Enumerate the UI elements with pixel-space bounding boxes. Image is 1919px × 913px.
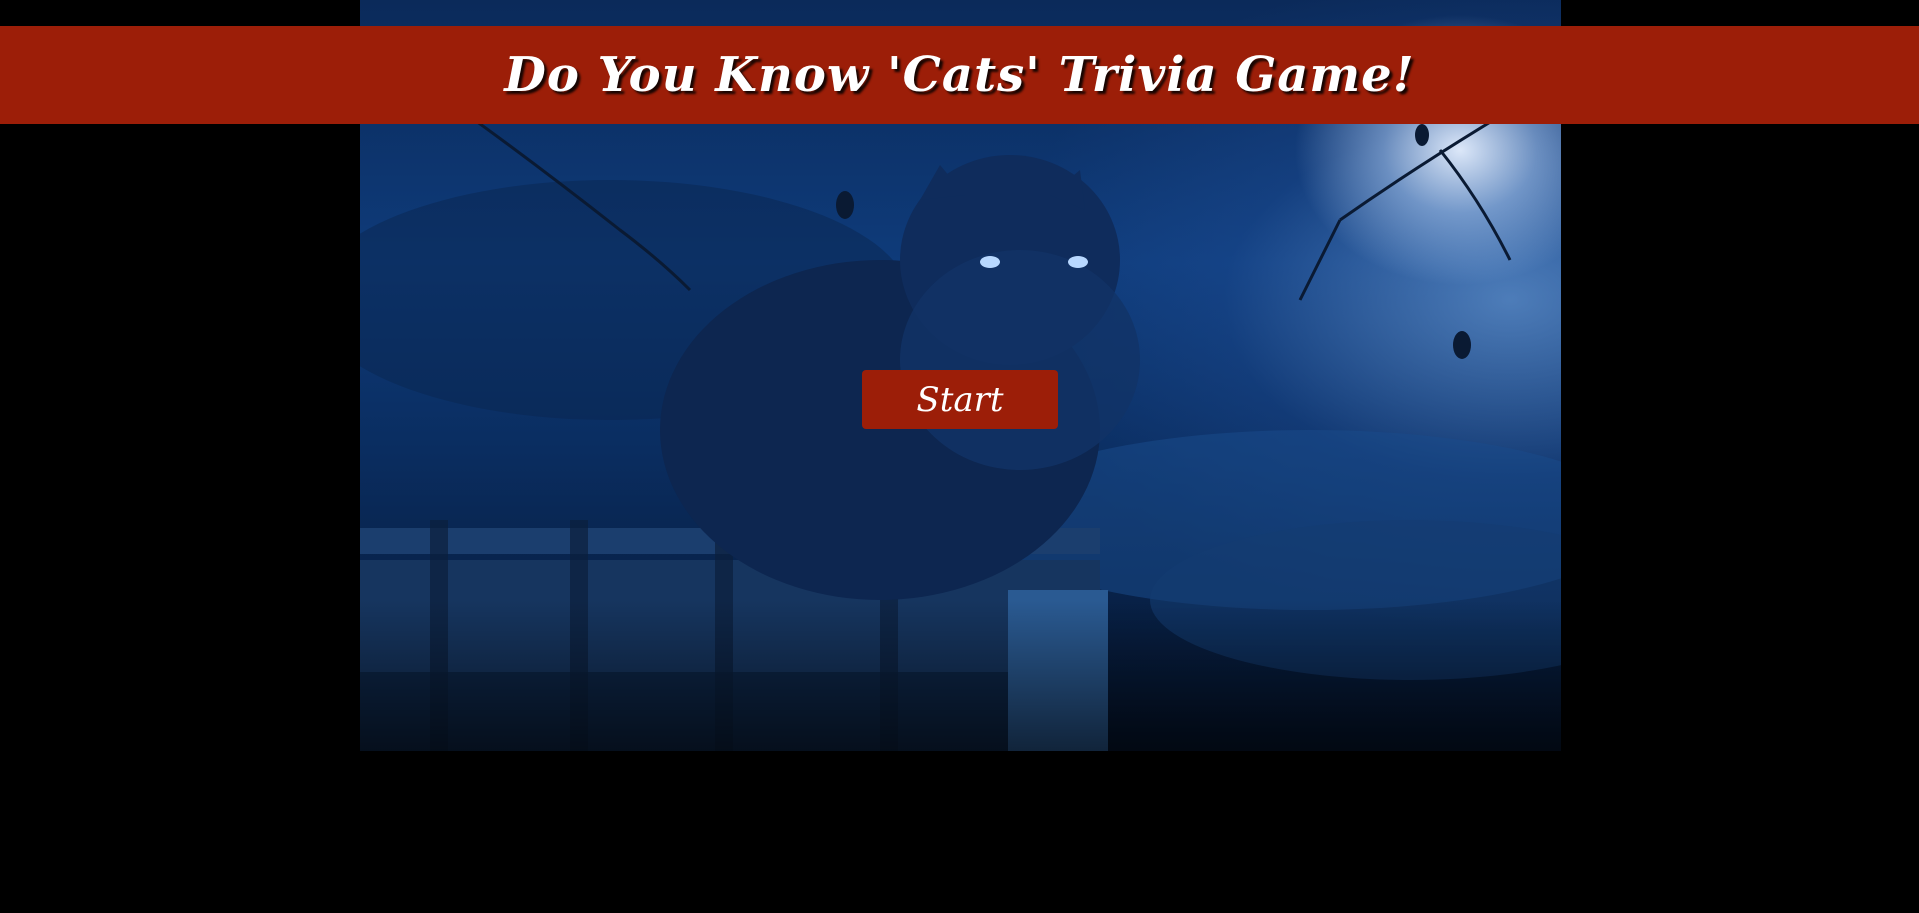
title-bar: Do You Know 'Cats' Trivia Game!: [0, 26, 1919, 124]
start-button[interactable]: Start: [862, 370, 1058, 429]
page-title: Do You Know 'Cats' Trivia Game!: [504, 47, 1415, 103]
game-page: Do You Know 'Cats' Trivia Game! Start: [0, 0, 1919, 913]
